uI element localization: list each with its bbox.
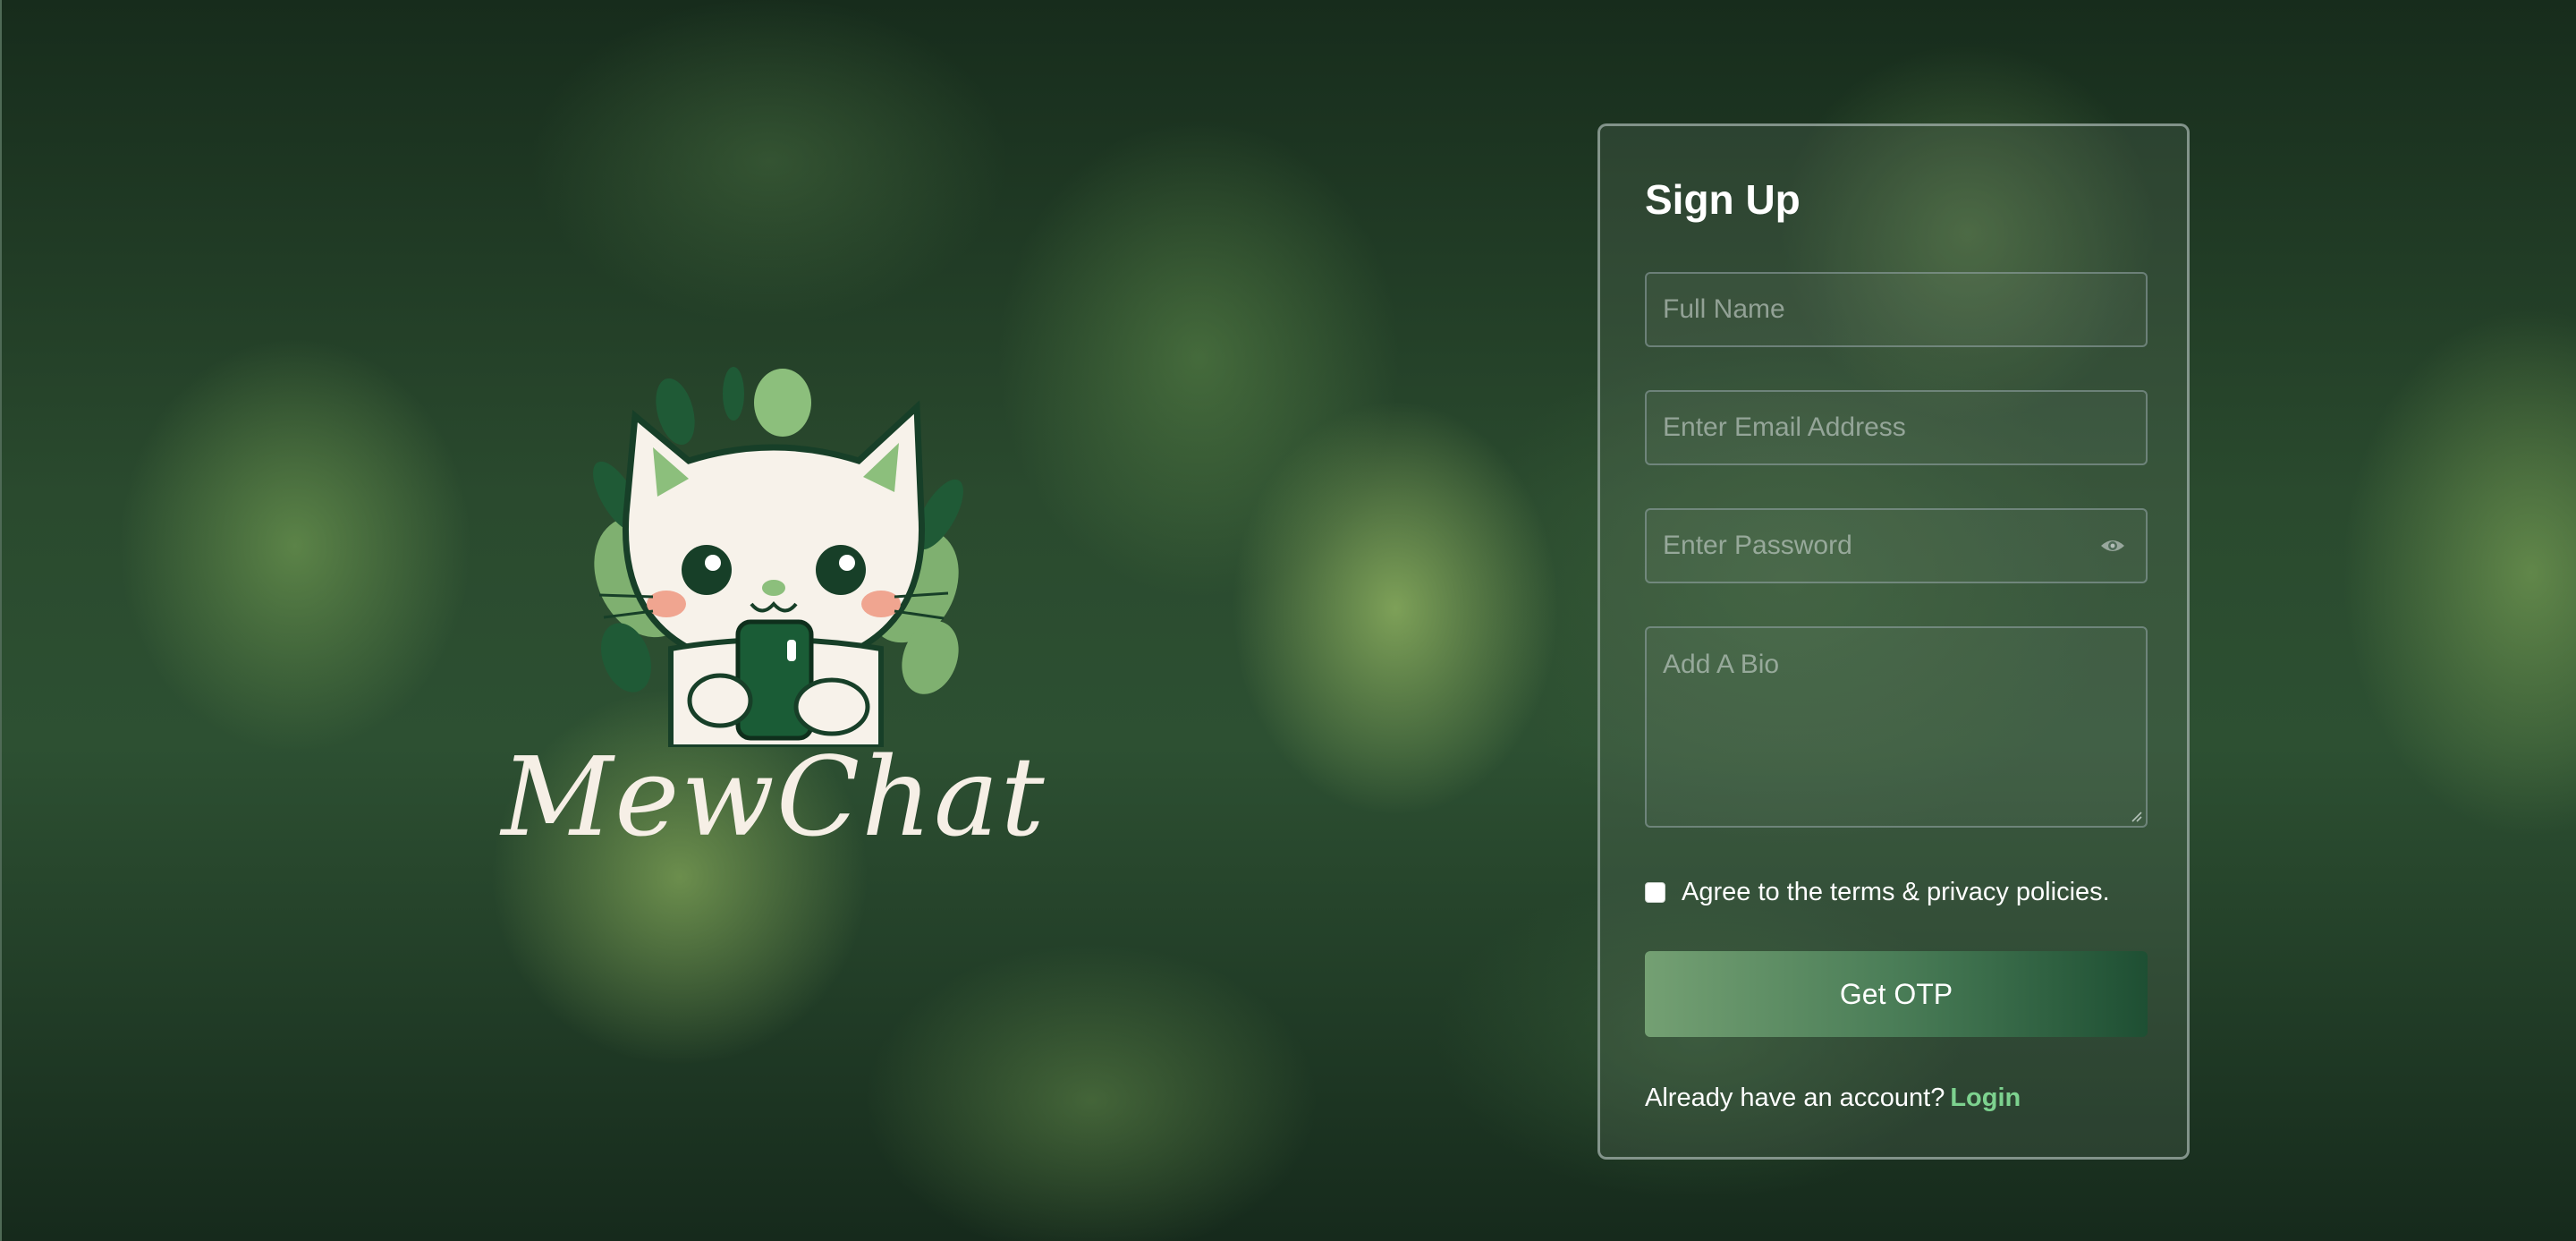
terms-checkbox[interactable] — [1645, 881, 1665, 903]
terms-agreement: Agree to the terms & privacy policies. — [1645, 876, 2110, 908]
password-input[interactable] — [1647, 510, 2146, 582]
mewchat-logo: MewChat — [501, 353, 1046, 854]
cat-with-phone-logo-icon — [593, 367, 963, 747]
bio-textarea[interactable] — [1647, 628, 2146, 826]
full-name-field — [1645, 272, 2148, 347]
terms-label[interactable]: Agree to the terms & privacy policies. — [1682, 878, 2110, 907]
email-input[interactable] — [1647, 392, 2146, 463]
bio-field — [1645, 626, 2148, 828]
full-name-input[interactable] — [1647, 274, 2146, 345]
login-link[interactable]: Login — [1950, 1084, 2021, 1112]
already-have-account-text: Already have an account? — [1645, 1084, 1945, 1112]
login-prompt: Already have an account? Login — [1645, 1084, 2021, 1113]
signup-title: Sign Up — [1645, 176, 1801, 223]
blurred-background — [0, 0, 2576, 1241]
brand-name: MewChat — [501, 734, 1046, 861]
get-otp-button[interactable]: Get OTP — [1645, 951, 2148, 1037]
signup-card: Sign Up Agree to the terms & privacy pol… — [1597, 123, 2190, 1160]
eye-icon[interactable] — [2099, 535, 2126, 557]
email-field — [1645, 390, 2148, 465]
resize-handle-icon[interactable] — [2130, 810, 2142, 822]
password-field — [1645, 508, 2148, 583]
window-edge — [0, 0, 2, 1241]
